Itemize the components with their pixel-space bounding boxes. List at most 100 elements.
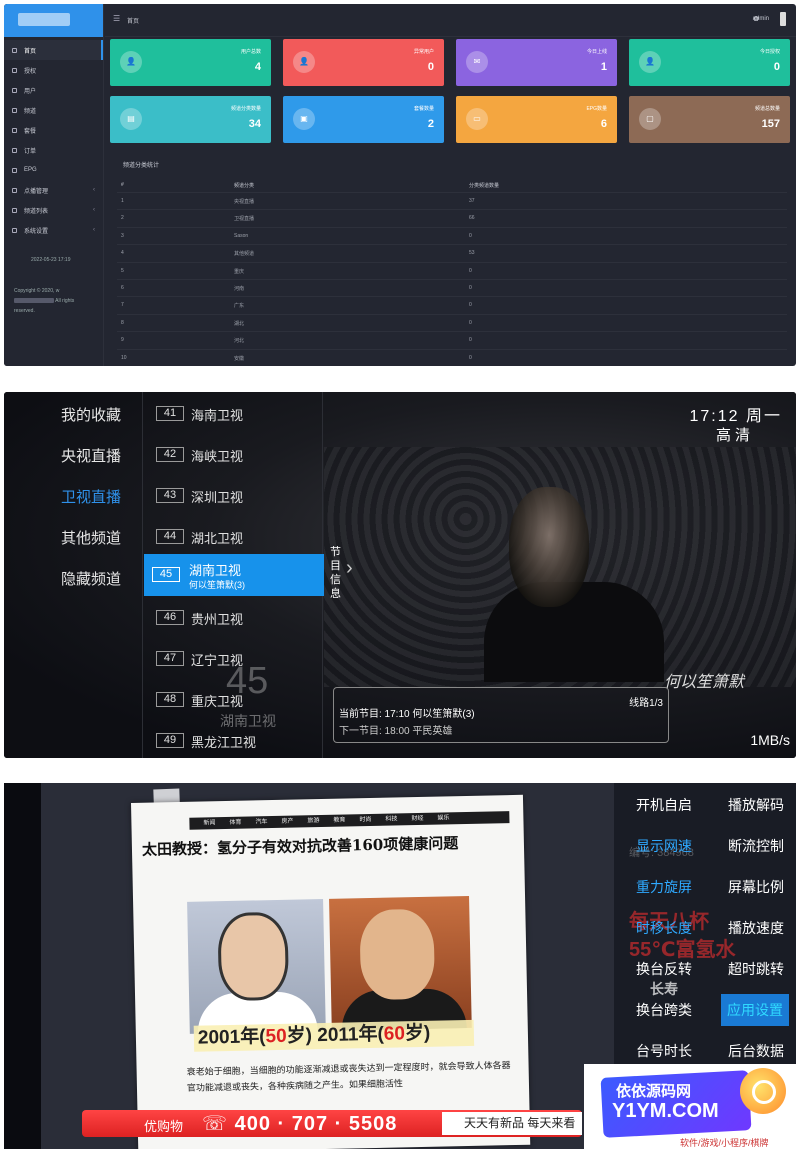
cell-count: 0	[469, 267, 472, 274]
promo-slogan: 天天有新品 每天来看	[442, 1112, 582, 1135]
gear-icon	[12, 227, 17, 233]
settings-category[interactable]: 播放解码	[728, 795, 784, 815]
chevron-right-icon[interactable]: ›	[346, 557, 353, 580]
program-info-tab[interactable]: 节目信息	[330, 545, 344, 601]
cell-count: 0	[469, 232, 472, 239]
table-row: 7 广东 0	[117, 296, 787, 313]
show-title-watermark: 何以笙箫默	[664, 672, 745, 691]
stat-icon: 👤	[120, 51, 142, 73]
sidebar-item-epg[interactable]: EPG	[4, 160, 103, 180]
cell-count: 0	[469, 319, 472, 326]
category-item[interactable]: 隐藏频道	[61, 568, 141, 589]
category-item[interactable]: 卫视直播	[61, 486, 141, 507]
stat-icon: ✉	[466, 51, 488, 73]
site-watermark: 依依源码网 Y1YM.COM 软件/游戏/小程序/棋牌	[584, 1064, 796, 1149]
channel-item[interactable]: 42 海峡卫视	[156, 439, 326, 469]
settings-category[interactable]: 播放速度	[728, 918, 784, 938]
admin-logo[interactable]	[4, 4, 103, 37]
stat-card-epg-count[interactable]: ▭ EPG数量 6	[456, 96, 617, 143]
cell-index: 1	[121, 198, 124, 204]
settings-option[interactable]: 换台跨类	[636, 1000, 692, 1020]
breadcrumb: 首页	[127, 19, 140, 25]
stat-card-abnormal-users[interactable]: 👤 异常用户 0	[283, 39, 444, 86]
avatar[interactable]	[780, 12, 786, 26]
sidebar-nav: 首页 授权 用户 频道 套餐 订单 EPG 点播管理 ‹ 频道列表 ‹ 系统设置 ‹	[4, 40, 103, 240]
settings-option[interactable]: 换台反转	[636, 959, 692, 979]
stat-card-package-count[interactable]: ▣ 套餐数量 2	[283, 96, 444, 143]
stat-card-user-total[interactable]: 👤 用户总数 4	[110, 39, 271, 86]
stat-card-auth-today[interactable]: 👤 今日授权 0	[629, 39, 790, 86]
settings-option[interactable]: 台号时长	[636, 1041, 692, 1061]
cell-index: 7	[121, 302, 124, 309]
category-item[interactable]: 其他频道	[61, 527, 141, 548]
channel-number: 41	[156, 406, 184, 421]
stat-icon: ▣	[293, 108, 315, 130]
cell-category: 其他频道	[234, 251, 255, 258]
photo-2001	[187, 898, 326, 1034]
stat-label: 频道分类数量	[230, 106, 261, 112]
article-nav-item: 娱乐	[437, 815, 450, 822]
settings-category[interactable]: 断流控制	[728, 836, 784, 856]
article-nav-item: 科技	[385, 816, 398, 823]
sidebar-item-home[interactable]: 首页	[4, 40, 103, 60]
watermark-domain: Y1YM.COM	[612, 1100, 719, 1122]
news-article-paper: 新闻 体育 汽车 房产 旅游 教育 时尚 科技 财经 娱乐 太田教授：氢分子有效对抗改善160项健…	[131, 794, 531, 1149]
table-row: 3 Sason 0	[117, 226, 787, 244]
channel-item[interactable]: 44 湖北卫视	[156, 521, 326, 551]
channel-name: 黑龙江卫视	[191, 735, 257, 750]
settings-option[interactable]: 重力旋屏	[636, 877, 692, 897]
user-menu[interactable]: admin	[753, 16, 769, 22]
cell-count: 0	[469, 302, 472, 309]
menu-toggle-icon[interactable]: ☰	[113, 14, 120, 23]
order-icon	[12, 147, 17, 153]
admin-dashboard-screenshot: 首页 授权 用户 频道 套餐 订单 EPG 点播管理 ‹ 频道列表 ‹ 系统设置 ‹ …	[4, 4, 796, 366]
table-row: 6 河南 0	[117, 279, 787, 296]
sidebar-item-packages[interactable]: 套餐	[4, 120, 103, 140]
channel-number: 48	[156, 692, 184, 707]
stat-label: 今日上线	[586, 49, 607, 55]
sidebar-item-orders[interactable]: 订单	[4, 140, 103, 160]
table-header-index: #	[121, 182, 124, 188]
cell-category: 央视直播	[234, 199, 255, 205]
settings-category[interactable]: 超时跳转	[728, 959, 784, 979]
channel-number: 46	[156, 610, 184, 625]
channel-item-selected[interactable]: 45 湖南卫视 何以笙箫默(3)	[144, 554, 324, 596]
sidebar-item-channels[interactable]: 频道	[4, 100, 103, 120]
channel-item[interactable]: 41 海南卫视	[156, 398, 326, 428]
cell-count: 66	[469, 215, 475, 222]
video-figure-body	[484, 582, 664, 682]
article-nav-item: 新闻	[203, 820, 216, 827]
article-nav-item: 旅游	[307, 818, 320, 825]
channel-program: 何以笙箫默(3)	[189, 580, 245, 590]
settings-option[interactable]: 时移长度	[636, 918, 692, 938]
line-indicator[interactable]: 线路1/3	[629, 694, 663, 709]
sidebar-item-channel-list[interactable]: 频道列表 ‹	[4, 200, 103, 220]
cell-count: 37	[469, 198, 475, 204]
sidebar-item-settings[interactable]: 系统设置 ‹	[4, 220, 103, 240]
settings-category[interactable]: 后台数据	[728, 1041, 784, 1061]
settings-option[interactable]: 开机自启	[636, 795, 692, 815]
category-item[interactable]: 央视直播	[61, 445, 141, 466]
cell-count: 0	[469, 285, 472, 291]
cell-category: 广东	[234, 303, 245, 310]
settings-category[interactable]: 屏幕比例	[728, 877, 784, 897]
channel-number: 43	[156, 488, 184, 503]
sidebar-item-auth[interactable]: 授权	[4, 60, 103, 80]
cell-category: 卫视直播	[234, 216, 255, 223]
settings-category-active[interactable]: 应用设置	[721, 994, 789, 1026]
article-nav-item: 房产	[281, 818, 294, 825]
article-nav-item: 体育	[229, 819, 242, 826]
stat-card-channel-total[interactable]: ▢ 频道总数量 157	[629, 96, 790, 143]
stat-icon: ▤	[120, 108, 142, 130]
channel-item[interactable]: 43 深圳卫视	[156, 480, 326, 510]
stat-label: 异常用户	[413, 49, 434, 55]
channel-item[interactable]: 46 贵州卫视	[156, 602, 326, 632]
sidebar-item-vod[interactable]: 点播管理 ‹	[4, 180, 103, 200]
stat-value: 2	[427, 118, 434, 130]
video-figure-face	[509, 487, 589, 607]
sidebar-item-users[interactable]: 用户	[4, 80, 103, 100]
category-item[interactable]: 我的收藏	[61, 404, 141, 425]
settings-option[interactable]: 显示网速	[636, 836, 692, 856]
stat-card-category-count[interactable]: ▤ 频道分类数量 34	[110, 96, 271, 143]
stat-card-online-today[interactable]: ✉ 今日上线 1	[456, 39, 617, 86]
